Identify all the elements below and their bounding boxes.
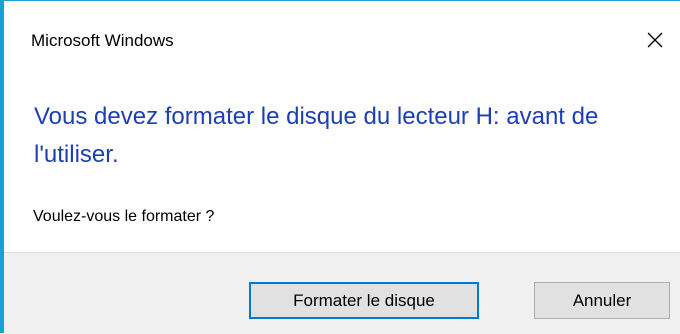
close-icon — [647, 32, 663, 48]
close-button[interactable] — [634, 19, 676, 61]
dialog-footer: Formater le disque Annuler — [4, 252, 680, 334]
dialog-titlebar[interactable]: Microsoft Windows — [4, 1, 680, 81]
cancel-button[interactable]: Annuler — [534, 282, 670, 319]
content-text: Voulez-vous le formater ? — [33, 208, 215, 225]
format-disk-button[interactable]: Formater le disque — [249, 282, 479, 319]
main-instruction-text: Vous devez formater le disque du lecteur… — [34, 103, 599, 168]
format-disk-dialog: Microsoft Windows Vous devez formater le… — [0, 0, 680, 334]
dialog-title: Microsoft Windows — [31, 31, 174, 50]
